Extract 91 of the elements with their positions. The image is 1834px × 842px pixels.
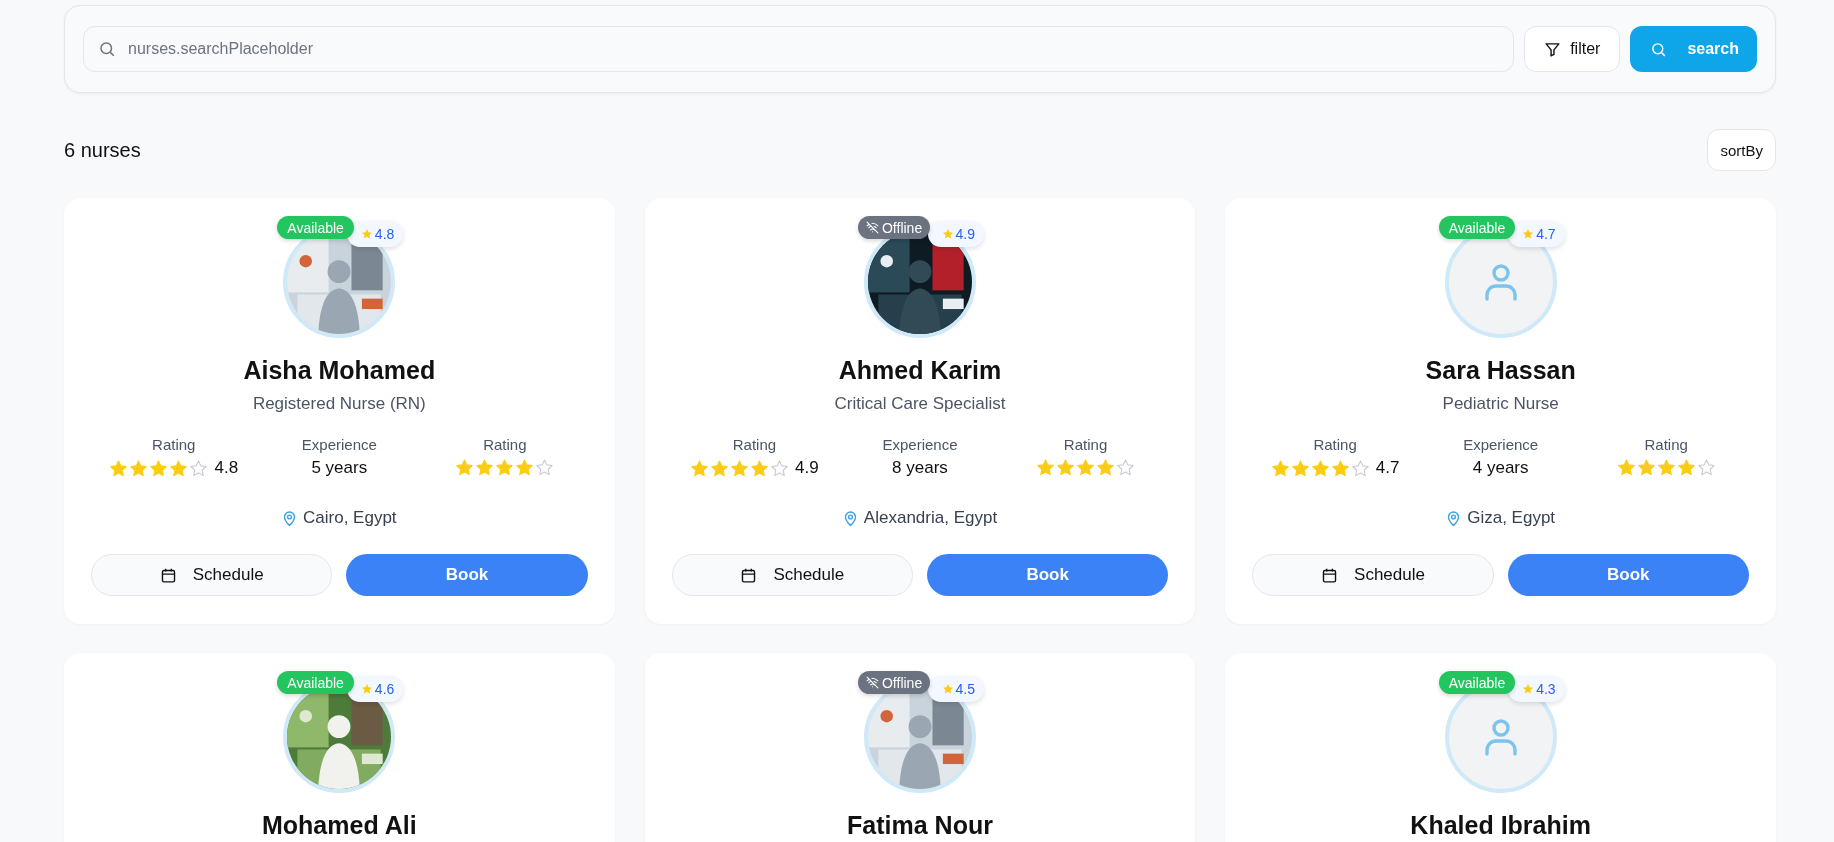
results-count: 6 nurses [64,138,141,162]
rating-badge: 4.6 [346,676,404,702]
star-icon [1036,458,1056,477]
star-icon [1116,458,1136,477]
star-icon [1076,458,1096,477]
stat-label: Rating [1644,436,1688,453]
star-icon [750,458,770,478]
star-icon [515,458,535,477]
stat-label: Rating [483,436,527,453]
status-badge: Available [1438,216,1516,239]
rating-value: 4.7 [1375,458,1400,478]
star-icon [1636,458,1656,477]
star-icon [149,458,169,478]
calendar-icon [740,566,758,584]
rating-badge: 4.7 [1508,221,1565,247]
filter-button[interactable]: filter [1524,26,1621,72]
location-pin-icon [282,509,298,527]
star-icon [730,458,750,478]
star-icon [109,458,129,478]
calendar-icon [159,566,177,584]
experience-value: 5 years [311,458,368,478]
stat-label: Experience [301,436,377,453]
book-button[interactable]: Book [1507,554,1749,596]
star-icon [1330,458,1350,478]
stat-label: Experience [882,436,958,453]
nurse-role: Critical Care Specialist [834,394,1006,414]
filter-icon [1544,40,1562,58]
rating-badge: 4.5 [927,676,984,702]
experience-value: 4 years [1472,458,1529,478]
status-badge: Available [277,216,354,239]
schedule-button[interactable]: Schedule [91,554,333,596]
star-icon [1616,458,1636,477]
search-icon [1650,40,1668,58]
star-icon [1656,458,1676,477]
star-icon [1310,458,1330,478]
book-button[interactable]: Book [346,554,588,596]
nurse-name: Fatima Nour [847,811,993,840]
star-icon [1270,458,1290,478]
star-icon [475,458,495,477]
nurse-role: Pediatric Nurse [1442,394,1559,414]
schedule-button[interactable]: Schedule [1252,554,1494,596]
star-icon [1096,458,1116,477]
nurse-name: Aisha Mohamed [243,356,436,385]
star-icon [495,458,515,477]
stat-label: Rating [1313,436,1357,453]
nurse-name: Khaled Ibrahim [1410,811,1591,840]
stat-label: Rating [152,436,196,453]
nurse-name: Sara Hassan [1425,356,1576,385]
star-icon [535,458,555,477]
search-icon [98,40,116,58]
location-text: Alexandria, Egypt [863,508,998,528]
location-text: Cairo, Egypt [303,508,397,528]
star-icon [1056,458,1076,477]
star-icon [1350,458,1370,478]
status-badge: Offline [858,216,931,239]
user-icon [1483,718,1518,756]
star-icon [690,458,710,478]
search-field[interactable]: nurses.searchPlaceholder [83,26,1515,72]
rating-badge: 4.8 [346,221,404,247]
nurse-name: Ahmed Karim [838,356,1002,385]
location-text: Giza, Egypt [1467,508,1556,528]
location-pin-icon [1446,509,1462,527]
location-pin-icon [842,509,858,527]
rating-badge: 4.9 [927,221,984,247]
nurse-role: Registered Nurse (RN) [252,394,426,414]
search-input[interactable]: nurses.searchPlaceholder [126,39,1500,59]
stat-label: Experience [1463,436,1539,453]
stat-label: Rating [1063,436,1108,453]
star-icon [1696,458,1716,477]
star-icon [169,458,189,478]
rating-value: 4.9 [795,458,819,478]
star-icon [710,458,730,478]
star-icon [1290,458,1310,478]
user-icon [1483,263,1518,301]
star-icon [455,458,475,477]
star-icon [770,458,790,478]
book-button[interactable]: Book [927,554,1169,596]
experience-value: 8 years [892,458,948,478]
calendar-icon [1321,566,1339,584]
sort-button[interactable]: sortBy [1707,129,1776,171]
status-badge: Offline [858,671,931,694]
stat-label: Rating [732,436,777,453]
star-icon [189,458,209,478]
rating-value: 4.8 [214,458,239,478]
status-badge: Available [1438,671,1516,694]
star-icon [1676,458,1696,477]
status-badge: Available [277,671,354,694]
rating-badge: 4.3 [1508,676,1565,702]
nurse-name: Mohamed Ali [262,811,417,840]
star-icon [129,458,149,478]
schedule-button[interactable]: Schedule [671,554,913,596]
